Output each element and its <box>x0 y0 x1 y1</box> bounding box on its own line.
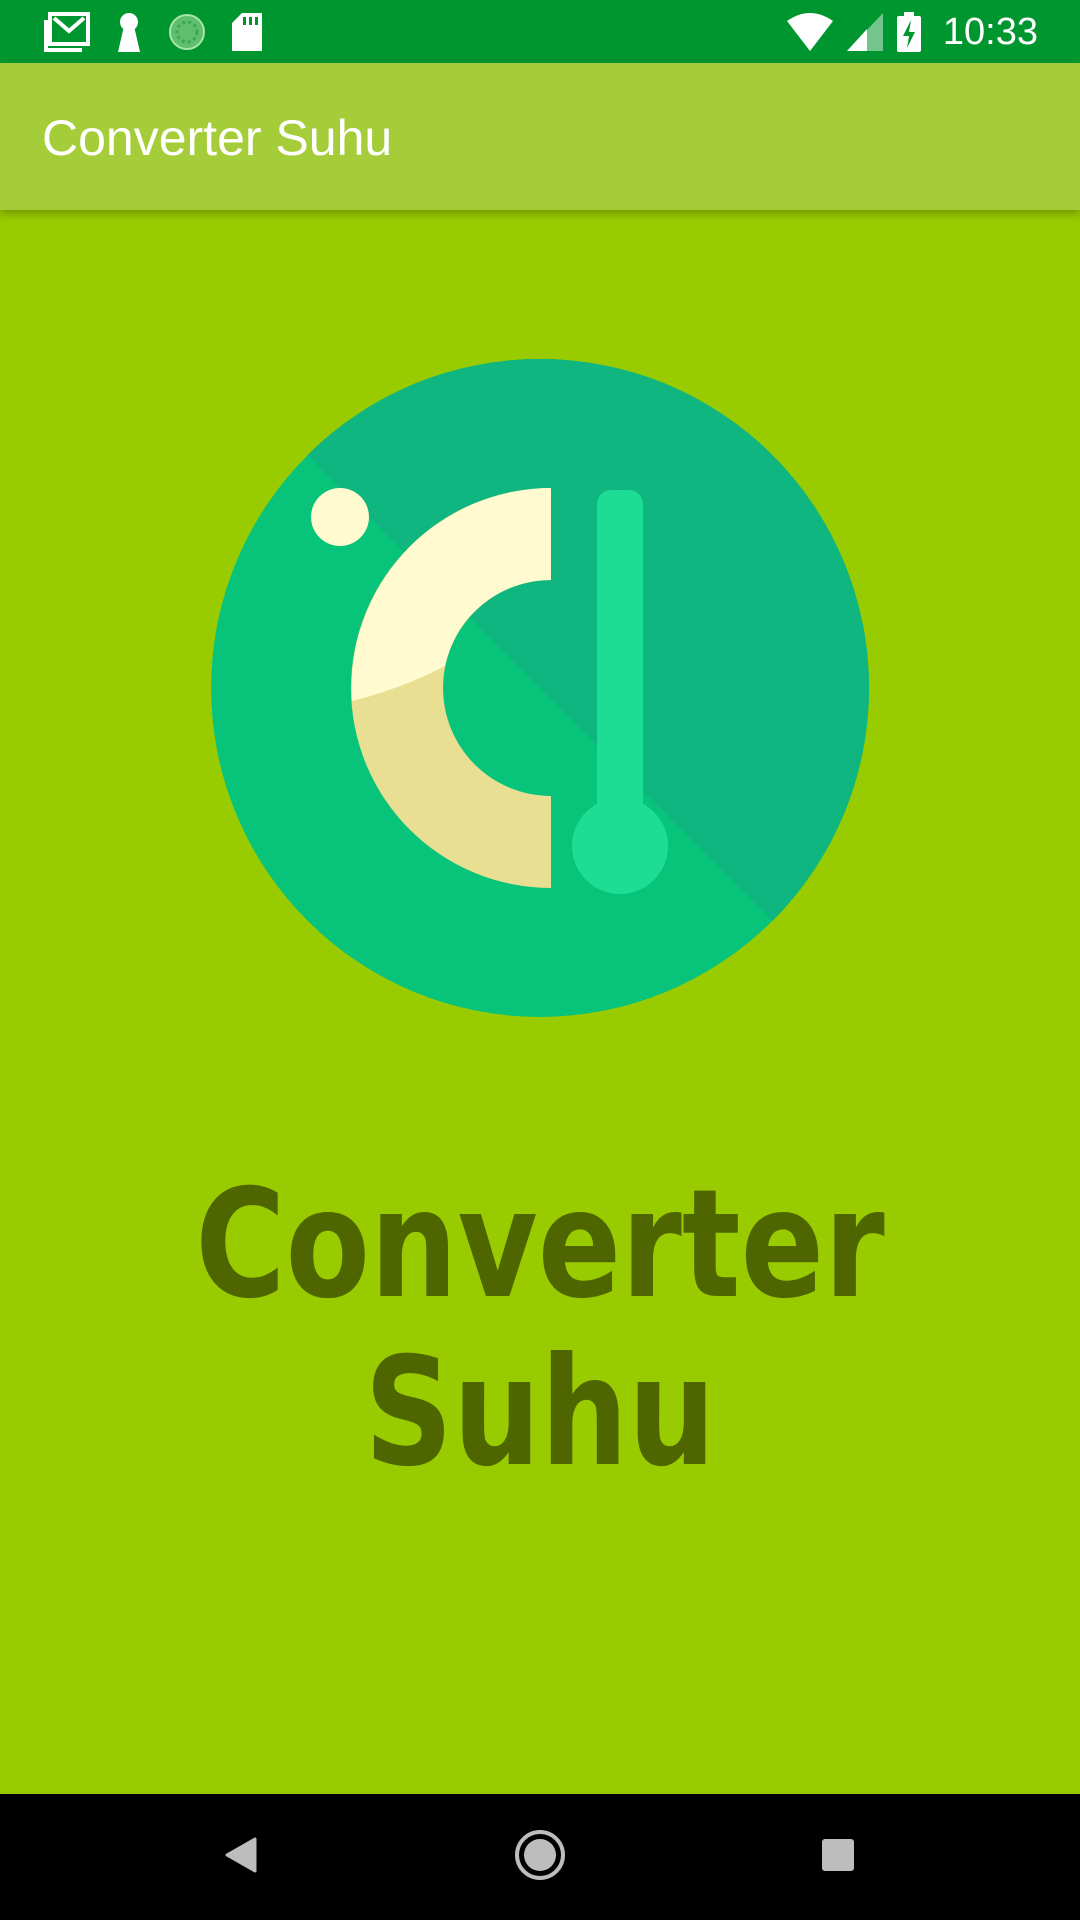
status-time: 10:33 <box>942 10 1038 53</box>
sync-progress-icon <box>168 13 206 51</box>
app-screen: 10:33 Converter Suhu Converter Suhu <box>0 0 1080 1920</box>
keyhole-icon <box>116 12 142 52</box>
status-system-icons: 10:33 <box>786 8 1038 56</box>
back-icon <box>221 1835 261 1879</box>
home-button[interactable] <box>505 1822 575 1892</box>
sd-card-icon <box>232 13 262 51</box>
back-button[interactable] <box>206 1822 276 1892</box>
status-bar: 10:33 <box>0 0 1080 63</box>
home-icon <box>513 1828 567 1886</box>
recents-icon <box>820 1837 856 1877</box>
title-line-2: Suhu <box>364 1326 716 1500</box>
recents-button[interactable] <box>803 1822 873 1892</box>
app-bar-title: Converter Suhu <box>42 110 393 166</box>
signal-icon <box>846 13 883 51</box>
battery-charging-icon <box>896 12 921 52</box>
wifi-icon <box>786 13 833 51</box>
app-bar: Converter Suhu <box>0 63 1080 210</box>
thermometer-logo-icon <box>211 359 869 1017</box>
navigation-bar <box>0 1794 1080 1920</box>
gmail-icon <box>44 12 90 52</box>
status-notification-icons <box>44 10 262 54</box>
title-line-1: Converter <box>195 1158 885 1332</box>
